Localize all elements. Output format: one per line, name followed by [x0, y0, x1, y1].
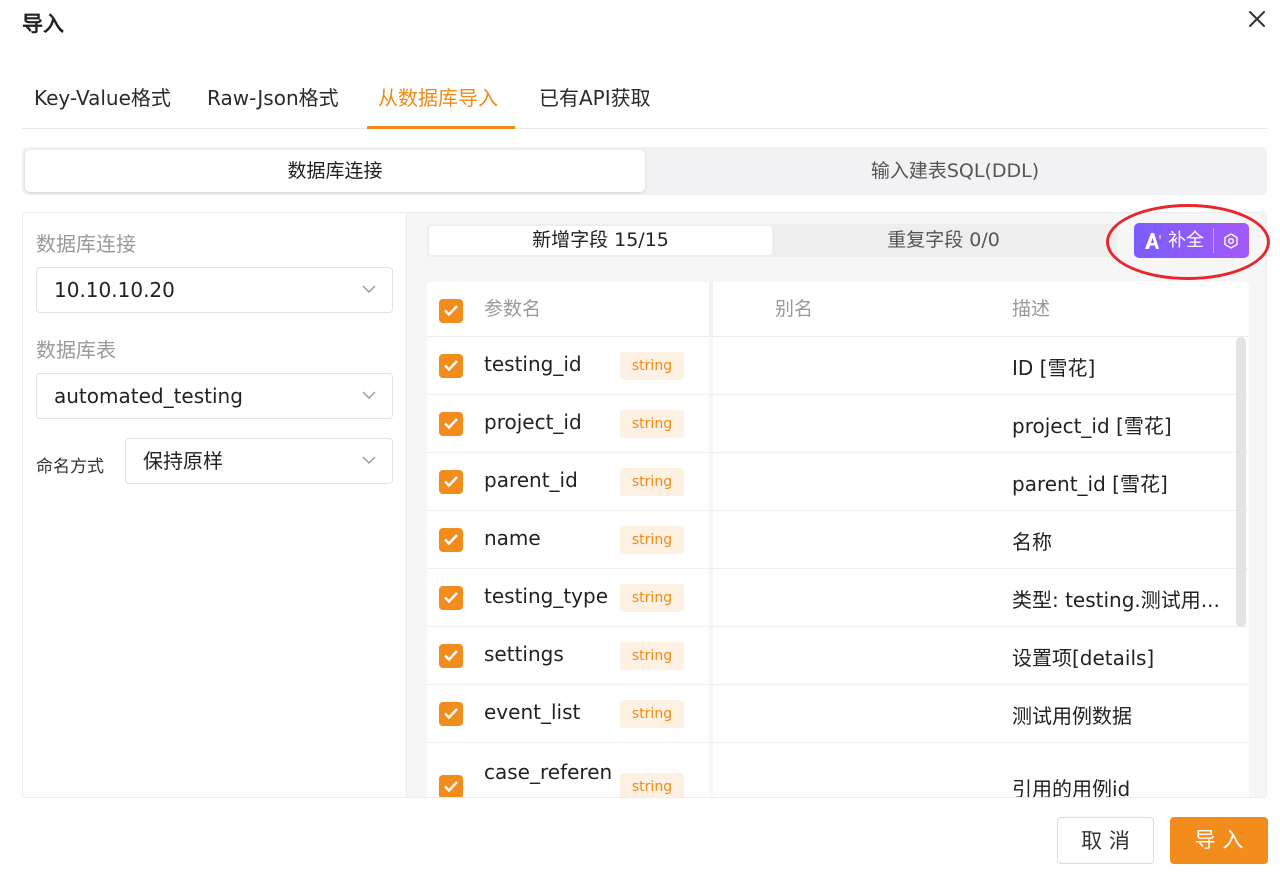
naming-mode-label: 命名方式: [36, 457, 104, 477]
chevron-down-icon: [362, 285, 376, 293]
db-connection-value: 10.10.10.20: [54, 278, 175, 302]
param-description: 引用的用例id: [1012, 777, 1131, 798]
param-name: event_list: [484, 700, 581, 724]
param-description: 测试用例数据: [1012, 704, 1132, 728]
db-connection-label: 数据库连接: [36, 232, 136, 256]
db-table-label: 数据库表: [36, 338, 116, 362]
header-param-name: 参数名: [484, 298, 542, 320]
annotation-highlight-ellipse: [1106, 204, 1270, 280]
fields-area: 新增字段 15/15 重复字段 0/0 补全 参数名 别名 描述 testing…: [406, 213, 1266, 798]
row-checkbox[interactable]: [439, 470, 463, 494]
db-table-value: automated_testing: [54, 384, 243, 408]
dialog-title: 导入: [22, 12, 64, 36]
tab-raw-json[interactable]: Raw-Json格式: [207, 80, 339, 129]
type-badge: string: [620, 468, 684, 496]
type-badge: string: [620, 526, 684, 554]
param-description: project_id [雪花]: [1012, 414, 1172, 438]
type-badge: string: [620, 352, 684, 380]
row-checkbox[interactable]: [439, 412, 463, 436]
naming-mode-select[interactable]: 保持原样: [125, 438, 393, 484]
type-badge: string: [620, 584, 684, 612]
row-checkbox[interactable]: [439, 702, 463, 726]
header-alias: 别名: [775, 298, 814, 320]
param-description: 名称: [1012, 530, 1052, 554]
table-scrollbar[interactable]: [1236, 337, 1246, 627]
table-row: project_id string project_id [雪花]: [427, 395, 1249, 453]
param-description: 设置项[details]: [1012, 646, 1155, 670]
header-description: 描述: [1012, 298, 1051, 320]
row-checkbox[interactable]: [439, 644, 463, 668]
table-header: 参数名 别名 描述: [427, 282, 1249, 337]
close-icon[interactable]: [1244, 6, 1270, 32]
table-row: case_referenstring 引用的用例id: [427, 743, 1249, 798]
table-row: parent_id string parent_id [雪花]: [427, 453, 1249, 511]
type-badge: string: [620, 642, 684, 670]
row-checkbox[interactable]: [439, 528, 463, 552]
tab-from-database[interactable]: 从数据库导入: [378, 80, 498, 129]
db-table-select[interactable]: automated_testing: [36, 373, 393, 419]
param-name: project_id: [484, 410, 582, 434]
import-button[interactable]: 导 入: [1170, 817, 1268, 864]
source-mode-switch: 数据库连接 输入建表SQL(DDL): [22, 147, 1267, 195]
row-checkbox[interactable]: [439, 354, 463, 378]
param-name: case_referen: [484, 760, 613, 784]
table-row: event_list string 测试用例数据: [427, 685, 1249, 743]
import-panel: 数据库连接 10.10.10.20 数据库表 automated_testing…: [22, 212, 1267, 798]
select-all-checkbox[interactable]: [439, 299, 463, 323]
param-name: testing_id: [484, 352, 582, 376]
type-badge: string: [620, 700, 684, 728]
table-row: testing_type string 类型: testing.测试用...: [427, 569, 1249, 627]
active-tab-indicator: [367, 126, 515, 129]
param-name: name: [484, 526, 541, 550]
naming-mode-value: 保持原样: [143, 449, 223, 473]
type-badge: string: [620, 410, 684, 438]
new-fields-tab[interactable]: 新增字段 15/15: [429, 226, 772, 255]
param-description: ID [雪花]: [1012, 356, 1096, 380]
chevron-down-icon: [362, 456, 376, 464]
type-badge: string: [620, 773, 684, 797]
param-description: parent_id [雪花]: [1012, 472, 1168, 496]
fields-table: 参数名 别名 描述 testing_id string ID [雪花] project…: [427, 282, 1249, 798]
fields-filter-switch: 新增字段 15/15 重复字段 0/0: [427, 224, 1117, 257]
duplicate-fields-tab[interactable]: 重复字段 0/0: [772, 226, 1115, 255]
cancel-button[interactable]: 取 消: [1057, 817, 1154, 864]
import-tabs: Key-Value格式 Raw-Json格式 从数据库导入 已有API获取: [22, 80, 1267, 129]
row-checkbox[interactable]: [439, 775, 463, 797]
mode-ddl-sql[interactable]: 输入建表SQL(DDL): [645, 150, 1265, 192]
chevron-down-icon: [362, 391, 376, 399]
column-divider: [709, 282, 713, 337]
table-row: testing_id string ID [雪花]: [427, 337, 1249, 395]
table-row: settings string 设置项[details]: [427, 627, 1249, 685]
param-description: 类型: testing.测试用...: [1012, 588, 1220, 612]
mode-db-connection[interactable]: 数据库连接: [25, 150, 645, 192]
param-name: testing_type: [484, 584, 609, 608]
tab-key-value[interactable]: Key-Value格式: [34, 80, 171, 129]
table-row: name string 名称: [427, 511, 1249, 569]
row-checkbox[interactable]: [439, 586, 463, 610]
tab-existing-api[interactable]: 已有API获取: [539, 80, 651, 129]
param-name: parent_id: [484, 468, 578, 492]
param-name: settings: [484, 642, 564, 666]
db-connection-select[interactable]: 10.10.10.20: [36, 267, 393, 313]
